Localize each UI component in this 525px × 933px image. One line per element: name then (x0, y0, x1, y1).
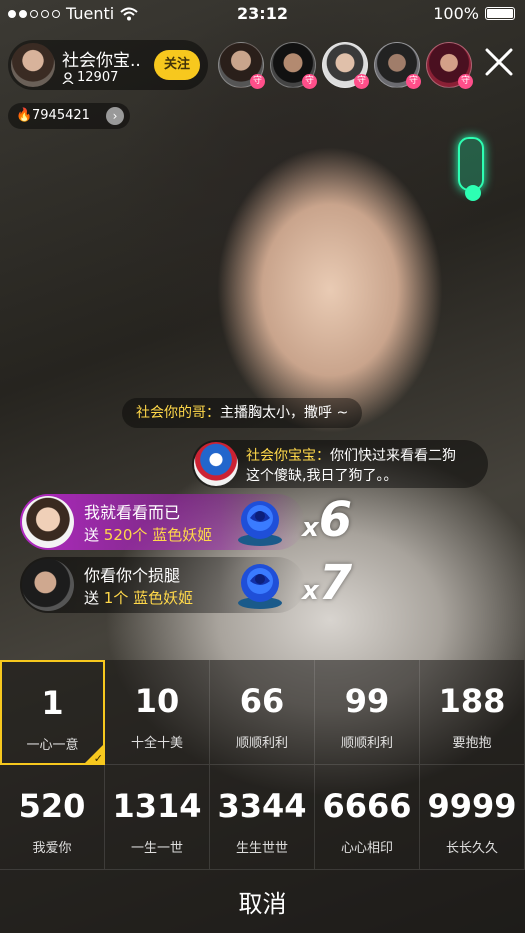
combo-count: 6 (318, 492, 353, 548)
amount-number: 1314 (112, 787, 202, 825)
guardian-badge: 守 (406, 74, 421, 89)
gift-banner: 你看你个损腿 送 1个 蓝色妖姬 x7 (20, 555, 352, 613)
amount-option[interactable]: 1 一心一意 ✓ (0, 660, 105, 765)
amount-label: 十全十美 (130, 736, 183, 751)
viewer-list: 守 守 守 守 守 (218, 42, 473, 89)
amount-option[interactable]: 99 顺顺利利 (315, 660, 420, 765)
blue-rose-icon (238, 564, 282, 609)
check-icon: ✓ (83, 743, 105, 765)
host-fans-count: 12907 (77, 70, 119, 85)
amount-number: 99 (344, 682, 390, 720)
viewer-avatar[interactable]: 守 (374, 42, 421, 89)
guardian-badge: 守 (302, 74, 317, 89)
amount-number: 9999 (427, 787, 517, 825)
gift-description: 送 520个 蓝色妖姬 (84, 524, 212, 545)
amount-number: 3344 (217, 787, 307, 825)
gift-banner: 我就看看而已 送 520个 蓝色妖姬 x6 (20, 492, 352, 550)
amount-option[interactable]: 520 我爱你 (0, 765, 105, 870)
chevron-right-icon: › (106, 107, 124, 125)
gift-name: 蓝色妖姬 (133, 589, 194, 607)
amount-label: 生生世世 (235, 841, 288, 856)
host-avatar[interactable] (11, 43, 55, 87)
viewer-avatar[interactable]: 守 (322, 42, 369, 89)
blue-rose-icon (238, 501, 282, 546)
battery-percent: 100% (433, 4, 479, 23)
chat-avatar[interactable] (194, 442, 238, 486)
host-name: 社会你宝.. (62, 51, 141, 71)
amount-option[interactable]: 66 顺顺利利 (210, 660, 315, 765)
amount-number: 10 (134, 682, 180, 720)
battery-icon (485, 7, 515, 20)
gift-sender-avatar[interactable] (22, 559, 74, 611)
thermometer-icon (458, 137, 484, 201)
amount-option[interactable]: 188 要抱抱 (420, 660, 525, 765)
live-stream-screen: Tuenti 23:12 100% 社会你宝.. 12907 关注 守 守 守 (0, 0, 525, 933)
amount-number: 188 (438, 682, 506, 720)
chat-text: 你们快过来看看二狗 (330, 448, 456, 464)
guardian-badge: 守 (250, 74, 265, 89)
popularity-badge[interactable]: 🔥 7945421 › (8, 103, 130, 129)
viewer-avatar[interactable]: 守 (270, 42, 317, 89)
gift-sender-name: 你看你个损腿 (84, 566, 181, 585)
amount-option[interactable]: 9999 长长久久 (420, 765, 525, 870)
fire-icon: 🔥 (16, 108, 33, 123)
gift-quantity: 520个 (103, 526, 148, 544)
gift-description: 送 1个 蓝色妖姬 (84, 587, 193, 608)
cancel-button[interactable]: 取消 (0, 884, 525, 919)
amount-label: 我爱你 (32, 841, 72, 856)
status-bar: Tuenti 23:12 100% (0, 0, 525, 28)
amount-number: 66 (239, 682, 285, 720)
viewer-avatar[interactable]: 守 (218, 42, 265, 89)
amount-option[interactable]: 10 十全十美 (105, 660, 210, 765)
battery: 100% (433, 4, 515, 23)
chat-text: 这个傻缺,我日了狗了。。 (246, 468, 398, 484)
gift-sender-avatar[interactable] (22, 496, 74, 548)
close-icon[interactable] (483, 46, 515, 78)
amount-number: 6666 (322, 787, 412, 825)
chat-text: 主播胸太小，撒呼 ~ (220, 405, 349, 421)
amount-number: 1 (41, 684, 64, 722)
amount-label: 心心相印 (340, 841, 393, 856)
gift-quantity: 1个 (103, 589, 129, 607)
chat-message: 社会你的哥：主播胸太小，撒呼 ~ (122, 398, 363, 428)
amount-label: 一生一世 (130, 841, 183, 856)
chat-user: 社会你的哥： (136, 405, 220, 421)
gift-prefix: 送 (84, 589, 100, 607)
amount-label: 长长久久 (445, 841, 498, 856)
amount-label: 顺顺利利 (340, 736, 393, 751)
amount-number: 520 (18, 787, 86, 825)
amount-label: 顺顺利利 (235, 736, 288, 751)
guardian-badge: 守 (458, 74, 473, 89)
amount-option[interactable]: 1314 一生一世 (105, 765, 210, 870)
gift-amount-grid: 1 一心一意 ✓ 10 十全十美 66 顺顺利利 99 顺顺利利 188 要抱抱… (0, 660, 525, 870)
chat-message: 社会你宝宝：你们快过来看看二狗 这个傻缺,我日了狗了。。 (192, 440, 488, 488)
gift-prefix: 送 (84, 526, 100, 544)
combo-counter: x7 (302, 555, 352, 611)
gift-sender-name: 我就看看而已 (84, 503, 181, 522)
popularity-count: 7945421 (32, 108, 90, 123)
gift-amount-panel: 1 一心一意 ✓ 10 十全十美 66 顺顺利利 99 顺顺利利 188 要抱抱… (0, 660, 525, 933)
combo-counter: x6 (302, 492, 352, 548)
chat-user: 社会你宝宝： (246, 448, 330, 464)
combo-x: x (302, 513, 319, 543)
follow-button[interactable]: 关注 (154, 50, 200, 80)
combo-x: x (302, 576, 319, 606)
host-fans: 12907 (62, 70, 118, 85)
gift-name: 蓝色妖姬 (152, 526, 213, 544)
amount-option[interactable]: 6666 心心相印 (315, 765, 420, 870)
person-icon (62, 71, 74, 84)
amount-option[interactable]: 3344 生生世世 (210, 765, 315, 870)
combo-count: 7 (318, 555, 353, 611)
viewer-avatar[interactable]: 守 (426, 42, 473, 89)
guardian-badge: 守 (354, 74, 369, 89)
host-card[interactable]: 社会你宝.. 12907 关注 (8, 40, 208, 90)
amount-label: 要抱抱 (452, 736, 492, 751)
chat-line: 社会你宝宝：你们快过来看看二狗 (246, 445, 456, 465)
